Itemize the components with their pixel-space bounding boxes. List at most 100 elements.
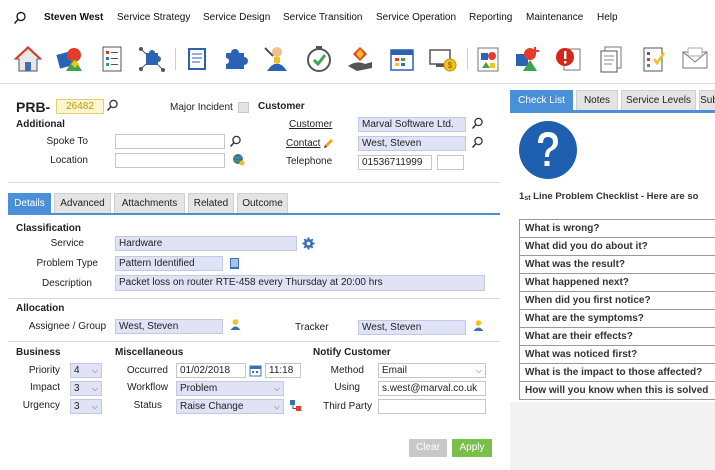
toolbar-separator bbox=[467, 48, 468, 70]
apply-button[interactable]: Apply bbox=[452, 439, 492, 457]
checklist-question[interactable]: What are the symptoms? bbox=[519, 310, 715, 328]
search-icon[interactable] bbox=[106, 99, 119, 112]
tab-sub[interactable]: Sub bbox=[699, 90, 715, 110]
menu-service-strategy[interactable]: Service Strategy bbox=[117, 12, 190, 23]
user-name[interactable]: Steven West bbox=[44, 12, 103, 23]
checklist-question[interactable]: What is the impact to those affected? bbox=[519, 364, 715, 382]
alert-document-icon[interactable] bbox=[554, 44, 584, 74]
occurred-date-field[interactable]: 01/02/2018 bbox=[176, 363, 246, 378]
menu-service-design[interactable]: Service Design bbox=[203, 12, 270, 23]
using-field[interactable]: s.west@marval.co.uk bbox=[378, 381, 486, 396]
shapes-report-icon[interactable] bbox=[473, 44, 503, 74]
status-select[interactable]: Raise Change ⌵ bbox=[176, 399, 284, 414]
menu-service-operation[interactable]: Service Operation bbox=[376, 12, 456, 23]
checklist-icon[interactable] bbox=[97, 44, 127, 74]
puzzle-icon[interactable] bbox=[221, 44, 251, 74]
contact-label[interactable]: Contact bbox=[286, 138, 320, 149]
calendar-icon[interactable] bbox=[249, 364, 262, 377]
checklist-question[interactable]: How will you know when this is solved bbox=[519, 382, 715, 400]
service-field[interactable]: Hardware bbox=[115, 236, 297, 251]
spoke-to-label: Spoke To bbox=[46, 136, 88, 147]
clock-check-icon[interactable] bbox=[304, 44, 334, 74]
major-incident-checkbox[interactable] bbox=[238, 102, 249, 113]
document-icon[interactable] bbox=[182, 44, 212, 74]
extension-field[interactable] bbox=[437, 155, 464, 170]
book-icon[interactable] bbox=[228, 257, 241, 270]
assignee-label: Assignee / Group bbox=[28, 321, 106, 332]
workflow-select[interactable]: Problem ⌵ bbox=[176, 381, 284, 396]
puzzle-network-icon[interactable] bbox=[137, 44, 167, 74]
search-icon[interactable] bbox=[471, 136, 484, 149]
checklist-question[interactable]: What was the result? bbox=[519, 256, 715, 274]
shapes-add-icon[interactable] bbox=[513, 44, 543, 74]
checklist-question[interactable]: When did you first notice? bbox=[519, 292, 715, 310]
checklist-question[interactable]: What is wrong? bbox=[519, 220, 715, 238]
checklist-question[interactable]: What did you do about it? bbox=[519, 238, 715, 256]
priority-select[interactable]: 4 ⌵ bbox=[70, 363, 102, 378]
shapes-icon[interactable] bbox=[55, 44, 85, 74]
pencil-icon[interactable] bbox=[322, 137, 335, 150]
assignee-field[interactable]: West, Steven bbox=[115, 319, 223, 334]
status-flow-icon[interactable] bbox=[289, 399, 302, 412]
tab-notes[interactable]: Notes bbox=[576, 90, 618, 110]
question-mark-icon bbox=[518, 120, 578, 180]
contact-field[interactable]: West, Steven bbox=[358, 136, 466, 151]
person-icon[interactable] bbox=[229, 318, 242, 331]
spoke-to-input[interactable] bbox=[115, 134, 225, 149]
tab-service-levels[interactable]: Service Levels bbox=[621, 90, 696, 110]
checklist-questions: What is wrong? What did you do about it?… bbox=[519, 219, 715, 400]
record-number-field[interactable]: 26482 bbox=[56, 99, 104, 114]
person-icon[interactable] bbox=[472, 319, 485, 332]
documents-icon[interactable] bbox=[596, 44, 626, 74]
problem-type-field[interactable]: Pattern Identified bbox=[115, 256, 223, 271]
chevron-down-icon: ⌵ bbox=[91, 402, 98, 411]
person-tool-icon[interactable] bbox=[262, 44, 292, 74]
menu-maintenance[interactable]: Maintenance bbox=[526, 12, 583, 23]
priority-value: 4 bbox=[74, 365, 80, 376]
customer-label[interactable]: Customer bbox=[289, 119, 332, 130]
tracker-field[interactable]: West, Steven bbox=[358, 320, 466, 335]
gear-icon[interactable] bbox=[302, 237, 315, 250]
tab-outcome[interactable]: Outcome bbox=[237, 193, 288, 213]
urgency-select[interactable]: 3 ⌵ bbox=[70, 399, 102, 414]
monitor-money-icon[interactable]: $ bbox=[428, 44, 458, 74]
search-icon[interactable] bbox=[471, 117, 484, 130]
telephone-field[interactable]: 01536711999 bbox=[358, 155, 432, 170]
impact-select[interactable]: 3 ⌵ bbox=[70, 381, 102, 396]
tab-details[interactable]: Details bbox=[8, 193, 51, 213]
tab-attachments[interactable]: Attachments bbox=[114, 193, 185, 213]
chevron-down-icon: ⌵ bbox=[475, 366, 482, 375]
description-field[interactable]: Packet loss on router RTE-458 every Thur… bbox=[115, 275, 485, 291]
tab-related[interactable]: Related bbox=[188, 193, 234, 213]
impact-value: 3 bbox=[74, 383, 80, 394]
tab-advanced[interactable]: Advanced bbox=[54, 193, 111, 213]
checklist-question[interactable]: What happened next? bbox=[519, 274, 715, 292]
impact-label: Impact bbox=[29, 382, 60, 393]
svg-text:$: $ bbox=[448, 61, 453, 70]
third-party-label: Third Party bbox=[323, 401, 372, 412]
chevron-down-icon: ⌵ bbox=[273, 384, 280, 393]
record-prefix: PRB- bbox=[16, 99, 51, 115]
checklist-doc-icon[interactable] bbox=[638, 44, 668, 74]
menu-service-transition[interactable]: Service Transition bbox=[283, 12, 362, 23]
status-value: Raise Change bbox=[180, 401, 244, 412]
search-icon[interactable] bbox=[13, 11, 27, 25]
menu-reporting[interactable]: Reporting bbox=[469, 12, 512, 23]
third-party-field[interactable] bbox=[378, 399, 486, 414]
hand-diamond-icon[interactable] bbox=[345, 44, 375, 74]
occurred-time-field[interactable]: 11:18 bbox=[265, 363, 301, 378]
checklist-question[interactable]: What was noticed first? bbox=[519, 346, 715, 364]
toolbar-separator bbox=[175, 48, 176, 70]
menu-help[interactable]: Help bbox=[597, 12, 618, 23]
search-icon[interactable] bbox=[229, 135, 242, 148]
method-select[interactable]: Email ⌵ bbox=[378, 363, 486, 378]
clear-button[interactable]: Clear bbox=[409, 439, 447, 457]
location-input[interactable] bbox=[115, 153, 225, 168]
home-icon[interactable] bbox=[13, 44, 43, 74]
calendar-icon[interactable] bbox=[387, 44, 417, 74]
checklist-question[interactable]: What are their effects? bbox=[519, 328, 715, 346]
customer-field[interactable]: Marval Software Ltd. bbox=[358, 117, 466, 132]
envelope-icon[interactable] bbox=[680, 44, 710, 74]
globe-person-icon[interactable] bbox=[232, 153, 245, 166]
tab-check-list[interactable]: Check List bbox=[510, 90, 573, 110]
